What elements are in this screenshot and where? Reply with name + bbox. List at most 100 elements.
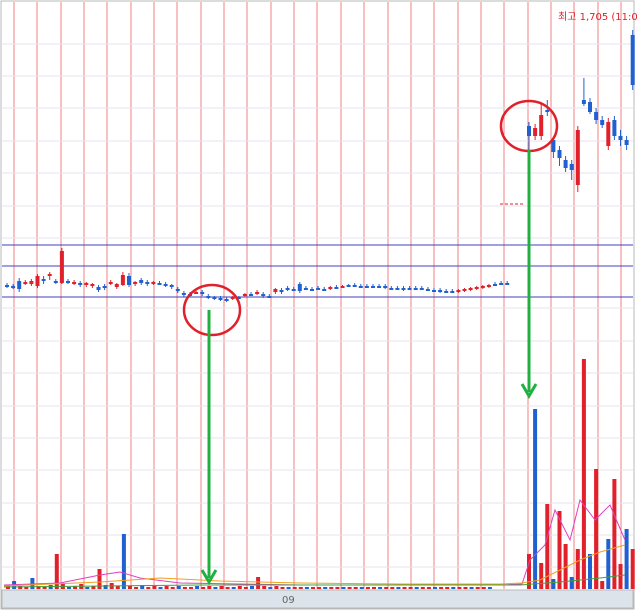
candle-body xyxy=(23,282,28,284)
volume-bar xyxy=(298,587,303,589)
volume-bar xyxy=(128,586,132,589)
candle-body xyxy=(102,286,107,288)
candle-body xyxy=(328,287,333,289)
candle-body xyxy=(474,287,479,289)
volume-bar xyxy=(359,587,364,589)
candle-body xyxy=(206,296,211,298)
candle-body xyxy=(533,128,538,136)
candle-body xyxy=(181,293,186,295)
candle-body xyxy=(53,281,58,283)
candle-body xyxy=(108,282,113,284)
candle-body xyxy=(139,280,144,283)
volume-bar xyxy=(365,587,370,589)
candle-body xyxy=(432,290,436,292)
volume-bar xyxy=(569,577,574,589)
candle-body xyxy=(438,290,443,292)
volume-bar xyxy=(231,587,236,589)
volume-bar xyxy=(213,587,218,589)
volume-bar xyxy=(176,586,181,589)
volume-bar xyxy=(463,587,468,589)
volume-bar xyxy=(201,587,206,589)
volume-bar xyxy=(115,586,120,589)
candle-body xyxy=(291,289,296,291)
volume-bar xyxy=(378,587,383,589)
volume-bar xyxy=(158,587,163,589)
candle-body xyxy=(334,287,339,289)
candle-body xyxy=(557,150,562,158)
volume-bar xyxy=(225,587,230,589)
candle-body xyxy=(145,282,150,284)
candle-body xyxy=(493,284,497,286)
volume-bar xyxy=(487,587,492,589)
volume-bar xyxy=(280,587,285,589)
candle-body xyxy=(157,283,162,285)
chart-svg: 09 최고 1,705 (11:0 xyxy=(0,0,637,610)
candle-body xyxy=(340,286,345,288)
volume-bar xyxy=(243,587,248,589)
volume-bar xyxy=(481,587,486,589)
candle-body xyxy=(249,294,253,296)
volume-bar xyxy=(304,587,309,589)
volume-bar xyxy=(630,549,635,589)
volume-bar xyxy=(317,587,322,589)
candle-body xyxy=(218,298,223,300)
candle-body xyxy=(267,296,272,298)
candle-body xyxy=(346,285,351,287)
candle-body xyxy=(47,274,52,276)
candle-body xyxy=(279,290,284,292)
volume-bar xyxy=(42,587,47,589)
volume-bar xyxy=(256,577,261,589)
volume-bar xyxy=(390,587,395,589)
volume-bar xyxy=(262,586,267,589)
volume-bar xyxy=(207,586,212,589)
candle-body xyxy=(11,286,16,288)
volume-bar xyxy=(353,587,358,589)
volume-bar xyxy=(335,587,340,589)
candle-body xyxy=(539,115,544,136)
volume-bar xyxy=(67,587,71,589)
candle-body xyxy=(389,288,394,290)
candle-body xyxy=(59,251,64,283)
volume-bar xyxy=(594,469,599,589)
volume-bar xyxy=(606,539,611,589)
candle-body xyxy=(151,282,156,284)
volume-bar xyxy=(372,587,376,589)
candle-body xyxy=(90,284,95,286)
candle-body xyxy=(261,294,266,296)
x-tick-label: 09 xyxy=(282,595,295,606)
candle-body xyxy=(371,286,375,288)
volume-bar xyxy=(457,587,462,589)
candle-body xyxy=(163,284,168,286)
candle-body xyxy=(600,120,605,125)
volume-bar xyxy=(402,587,407,589)
candle-body xyxy=(316,288,321,290)
volume-bar xyxy=(533,409,538,589)
candle-body xyxy=(78,283,83,285)
volume-bar xyxy=(618,564,623,589)
volume-bar xyxy=(274,586,279,589)
volume-bar xyxy=(195,586,200,589)
volume-bar xyxy=(396,587,401,589)
candle-body xyxy=(114,284,119,287)
candle-body xyxy=(358,286,363,288)
volume-bar xyxy=(170,587,175,589)
candle-body xyxy=(594,112,599,120)
candle-body xyxy=(120,275,125,285)
candle-body xyxy=(618,136,623,140)
volume-bar xyxy=(445,587,450,589)
candle-body xyxy=(505,283,510,285)
candle-body xyxy=(133,282,138,284)
volume-bar xyxy=(146,587,151,589)
candle-body xyxy=(401,288,406,290)
candle-body xyxy=(563,160,568,168)
volume-bar xyxy=(250,586,254,589)
candle-body xyxy=(303,288,308,290)
candle-body xyxy=(17,281,22,289)
candle-body xyxy=(581,100,586,104)
volume-bar xyxy=(539,563,544,589)
candle-body xyxy=(606,122,611,146)
volume-bar xyxy=(189,587,193,589)
volume-bar xyxy=(624,529,629,589)
candle-body xyxy=(575,130,580,185)
candle-body xyxy=(456,290,461,292)
